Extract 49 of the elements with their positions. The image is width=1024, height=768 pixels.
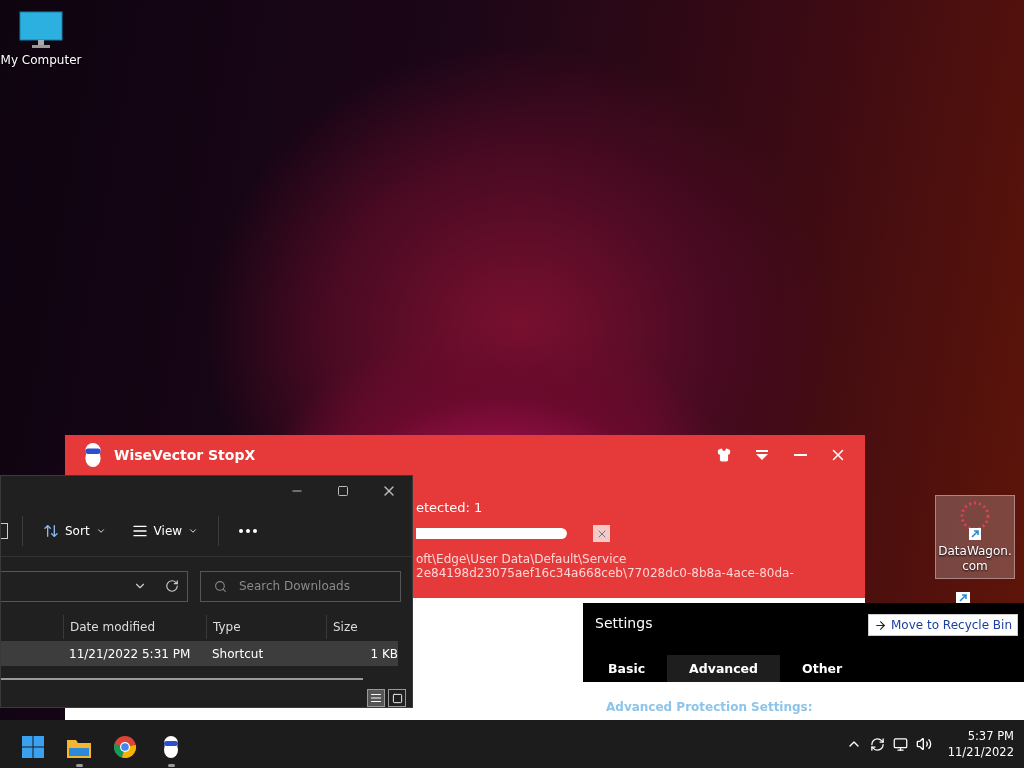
details-view-button[interactable] — [367, 689, 385, 707]
start-icon — [21, 735, 45, 759]
desktop-icon[interactable]: DataWagon.com — [935, 495, 1015, 579]
clock-time[interactable]: 5:37 PM — [967, 728, 1014, 744]
tab[interactable]: Advanced — [667, 655, 781, 682]
tooltip: Move to Recycle Bin — [868, 614, 1019, 636]
toolbar-icon[interactable] — [1, 523, 8, 539]
cancel-button[interactable] — [593, 525, 610, 542]
volume-icon[interactable] — [915, 736, 932, 752]
lines-icon — [131, 523, 148, 539]
lines-icon — [370, 692, 382, 704]
tab[interactable]: Other — [780, 655, 865, 682]
file-path: 2e84198d23075aef16c34a668ceb\77028dc0-8b8a-4ace-80da- — [416, 566, 795, 580]
dropdown-icon — [755, 449, 769, 461]
arrow-right-icon — [874, 618, 887, 632]
refresh-icon — [165, 579, 179, 593]
square-icon — [391, 692, 403, 704]
shirt-icon — [717, 448, 731, 462]
window-title: Settings — [595, 614, 653, 633]
tab[interactable]: Basic — [586, 655, 668, 682]
column-header[interactable]: Size — [326, 615, 398, 639]
toolbar-button[interactable]: View — [125, 515, 205, 547]
search-field[interactable]: Search Downloads — [200, 570, 401, 602]
file-row[interactable]: 11/21/2022 5:31 PM Shortcut 1 KB — [1, 641, 398, 666]
window-title: WiseVector StopX — [114, 447, 257, 463]
file-path: oft\Edge\User Data\Default\Service — [416, 552, 628, 566]
minimize-icon — [793, 454, 807, 456]
folder-icon — [66, 737, 92, 759]
more-icon — [239, 529, 258, 533]
toolbar-button[interactable]: Sort — [37, 515, 112, 547]
detected-count: etected: 1 — [416, 500, 484, 515]
chevron-down-icon — [188, 526, 199, 536]
network-icon[interactable] — [892, 736, 908, 752]
section-heading: Advanced Protection Settings: — [606, 700, 813, 714]
chevron-down-icon — [95, 526, 106, 536]
desktop-icon[interactable]: My Computer — [0, 6, 82, 73]
tiles-view-button[interactable] — [388, 689, 406, 707]
search-icon — [214, 579, 227, 593]
sync-icon[interactable] — [869, 736, 885, 752]
desktop-icon-label: DataWagon.com — [938, 544, 1012, 574]
sort-icon — [43, 523, 59, 539]
clock-date[interactable]: 11/21/2022 — [947, 744, 1014, 760]
monitor-icon — [19, 11, 63, 49]
browser-icon — [113, 735, 137, 759]
desktop-icon-label: My Computer — [0, 53, 82, 68]
shortcut-icon — [956, 592, 970, 604]
column-header[interactable]: Date modified — [63, 615, 206, 639]
maximize-icon — [337, 485, 349, 497]
column-header[interactable]: Type — [206, 615, 326, 639]
